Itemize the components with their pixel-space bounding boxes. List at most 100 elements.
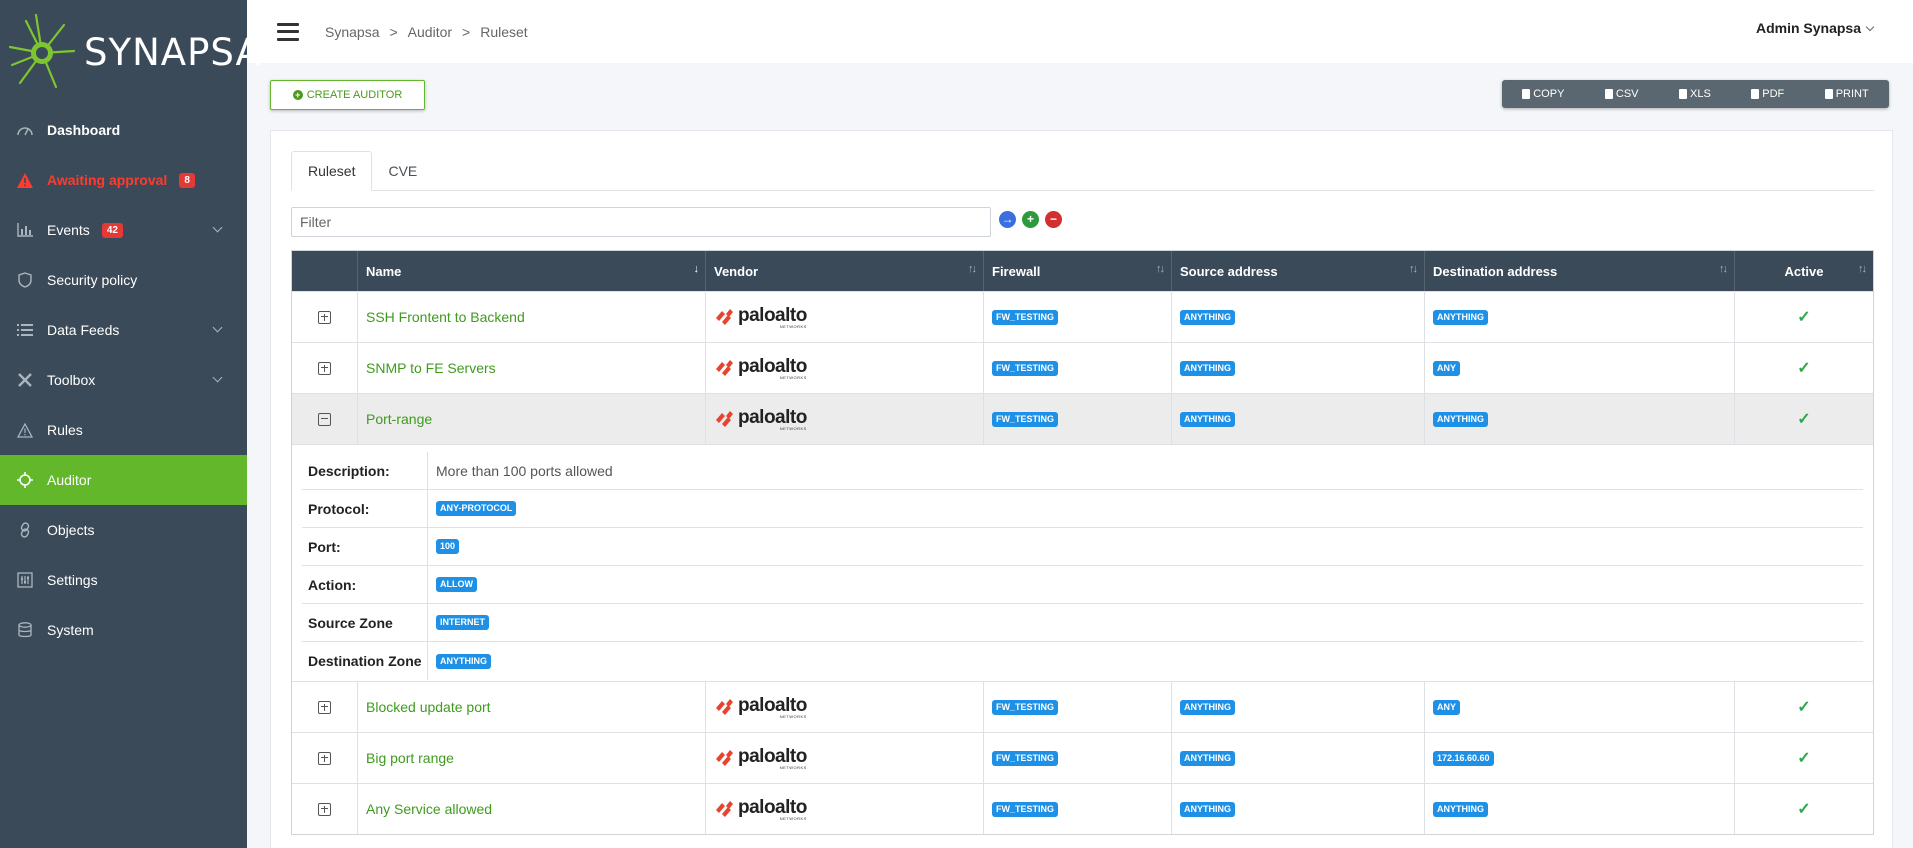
rule-name-link[interactable]: Big port range (366, 750, 454, 766)
sidebar-item-label: Settings (47, 572, 98, 588)
arrow-right-circle-icon[interactable]: → (999, 211, 1016, 228)
column-header-active[interactable]: Active ↑↓ (1735, 251, 1873, 291)
expand-icon[interactable] (318, 361, 331, 375)
tab-bar: Ruleset CVE (291, 151, 1874, 191)
crosshair-icon (16, 471, 34, 489)
detail-label: Description: (302, 452, 428, 489)
sidebar-item-data-feeds[interactable]: Data Feeds (0, 305, 247, 355)
sidebar-item-label: Awaiting approval (47, 172, 168, 188)
pdf-label: PDF (1762, 88, 1785, 100)
expand-icon[interactable] (318, 310, 331, 324)
table-row[interactable]: Any Service allowed paloalto NETWORKS FW… (292, 783, 1873, 834)
active-check-icon: ✓ (1797, 699, 1811, 716)
copy-label: COPY (1533, 88, 1565, 100)
sort-icon[interactable]: ↑↓ (1409, 263, 1418, 275)
vendor-subtitle: NETWORKS (779, 713, 807, 719)
tab-cve[interactable]: CVE (372, 151, 433, 191)
table-row[interactable]: Port-range paloalto NETWORKS FW_TESTING … (292, 393, 1873, 444)
paloalto-logo-icon (716, 360, 733, 376)
sort-icon[interactable]: ↑↓ (1719, 263, 1728, 275)
expand-icon[interactable] (318, 751, 331, 765)
hamburger-menu-icon[interactable] (277, 22, 299, 41)
sidebar-item-rules[interactable]: Rules (0, 405, 247, 455)
column-label: Active (1784, 263, 1824, 279)
active-check-icon: ✓ (1797, 801, 1811, 818)
sort-desc-icon[interactable]: ↓ (694, 263, 699, 275)
breadcrumb-item-synapsa[interactable]: Synapsa (325, 24, 379, 40)
copy-button[interactable]: COPY (1514, 88, 1572, 100)
detail-label: Action: (302, 566, 428, 603)
sidebar-item-events[interactable]: Events 42 (0, 205, 247, 255)
sidebar-item-system[interactable]: System (0, 605, 247, 655)
rule-name-link[interactable]: Port-range (366, 411, 432, 427)
table-row[interactable]: SNMP to FE Servers paloalto NETWORKS FW_… (292, 342, 1873, 393)
destination-zone-tag: ANYTHING (436, 653, 491, 669)
column-header-name[interactable]: Name ↓ (358, 251, 706, 291)
logo[interactable]: SYNAPSA (0, 0, 261, 105)
rule-name-link[interactable]: Blocked update port (366, 699, 491, 715)
column-header-vendor[interactable]: Vendor ↑↓ (706, 251, 984, 291)
expand-icon[interactable] (318, 700, 331, 714)
collapse-icon[interactable] (318, 412, 331, 426)
vendor-name: paloalto (738, 304, 807, 326)
active-check-icon: ✓ (1797, 309, 1811, 326)
column-header-source-address[interactable]: Source address ↑↓ (1172, 251, 1425, 291)
table-row[interactable]: SSH Frontent to Backend paloalto NETWORK… (292, 291, 1873, 342)
breadcrumb-separator: > (462, 23, 471, 40)
list-icon (16, 321, 34, 339)
sidebar-item-dashboard[interactable]: Dashboard (0, 105, 247, 155)
vendor-subtitle: NETWORKS (779, 374, 807, 380)
top-bar: Synapsa > Auditor > Ruleset Admin Synaps… (247, 0, 1913, 63)
paloalto-logo-icon (716, 750, 733, 766)
print-icon (1824, 89, 1833, 99)
sidebar-item-settings[interactable]: Settings (0, 555, 247, 605)
sidebar-item-label: Events (47, 222, 90, 238)
sidebar-item-auditor[interactable]: Auditor (0, 455, 247, 505)
destination-address-tag: 172.16.60.60 (1433, 750, 1494, 766)
tools-icon (16, 371, 34, 389)
vendor-subtitle: NETWORKS (779, 815, 807, 821)
sidebar-item-label: Data Feeds (47, 322, 120, 338)
table-row[interactable]: Blocked update port paloalto NETWORKS FW… (292, 681, 1873, 732)
breadcrumb: Synapsa > Auditor > Ruleset (325, 24, 528, 40)
detail-row-description: Description: More than 100 ports allowed (302, 452, 1863, 490)
firewall-tag: FW_TESTING (992, 801, 1058, 817)
sidebar-item-objects[interactable]: Objects (0, 505, 247, 555)
remove-filter-circle-icon[interactable]: − (1045, 211, 1062, 228)
sidebar-item-toolbox[interactable]: Toolbox (0, 355, 247, 405)
csv-button[interactable]: CSV (1597, 88, 1647, 100)
breadcrumb-item-auditor[interactable]: Auditor (408, 24, 452, 40)
source-address-tag: ANYTHING (1180, 699, 1235, 715)
firewall-tag: FW_TESTING (992, 309, 1058, 325)
firewall-tag: FW_TESTING (992, 750, 1058, 766)
pdf-button[interactable]: PDF (1743, 88, 1792, 100)
rule-name-link[interactable]: SNMP to FE Servers (366, 360, 496, 376)
table-row[interactable]: Big port range paloalto NETWORKS FW_TEST… (292, 732, 1873, 783)
expand-icon[interactable] (318, 802, 331, 816)
rule-name-link[interactable]: Any Service allowed (366, 801, 492, 817)
table-body-top: SSH Frontent to Backend paloalto NETWORK… (292, 291, 1873, 444)
source-address-tag: ANYTHING (1180, 411, 1235, 427)
column-label: Name (366, 263, 402, 279)
paloalto-logo-icon (716, 411, 733, 427)
create-auditor-button[interactable]: + CREATE AUDITOR (270, 80, 425, 110)
sort-icon[interactable]: ↑↓ (1156, 263, 1165, 275)
print-button[interactable]: PRINT (1817, 88, 1877, 100)
column-header-firewall[interactable]: Firewall ↑↓ (984, 251, 1172, 291)
sidebar-item-label: Rules (47, 422, 83, 438)
filter-input[interactable] (291, 207, 991, 237)
column-header-destination-address[interactable]: Destination address ↑↓ (1425, 251, 1735, 291)
destination-address-tag: ANY (1433, 699, 1461, 715)
rule-name-link[interactable]: SSH Frontent to Backend (366, 309, 525, 325)
xls-button[interactable]: XLS (1671, 88, 1719, 100)
sidebar-item-awaiting-approval[interactable]: Awaiting approval 8 (0, 155, 247, 205)
firewall-tag: FW_TESTING (992, 411, 1058, 427)
sort-icon[interactable]: ↑↓ (1858, 263, 1867, 275)
sidebar-item-security-policy[interactable]: Security policy (0, 255, 247, 305)
user-menu[interactable]: Admin Synapsa (1756, 20, 1875, 36)
sort-icon[interactable]: ↑↓ (968, 263, 977, 275)
detail-label: Protocol: (302, 490, 428, 527)
active-check-icon: ✓ (1797, 750, 1811, 767)
add-filter-circle-icon[interactable]: + (1022, 211, 1039, 228)
tab-ruleset[interactable]: Ruleset (291, 151, 373, 191)
